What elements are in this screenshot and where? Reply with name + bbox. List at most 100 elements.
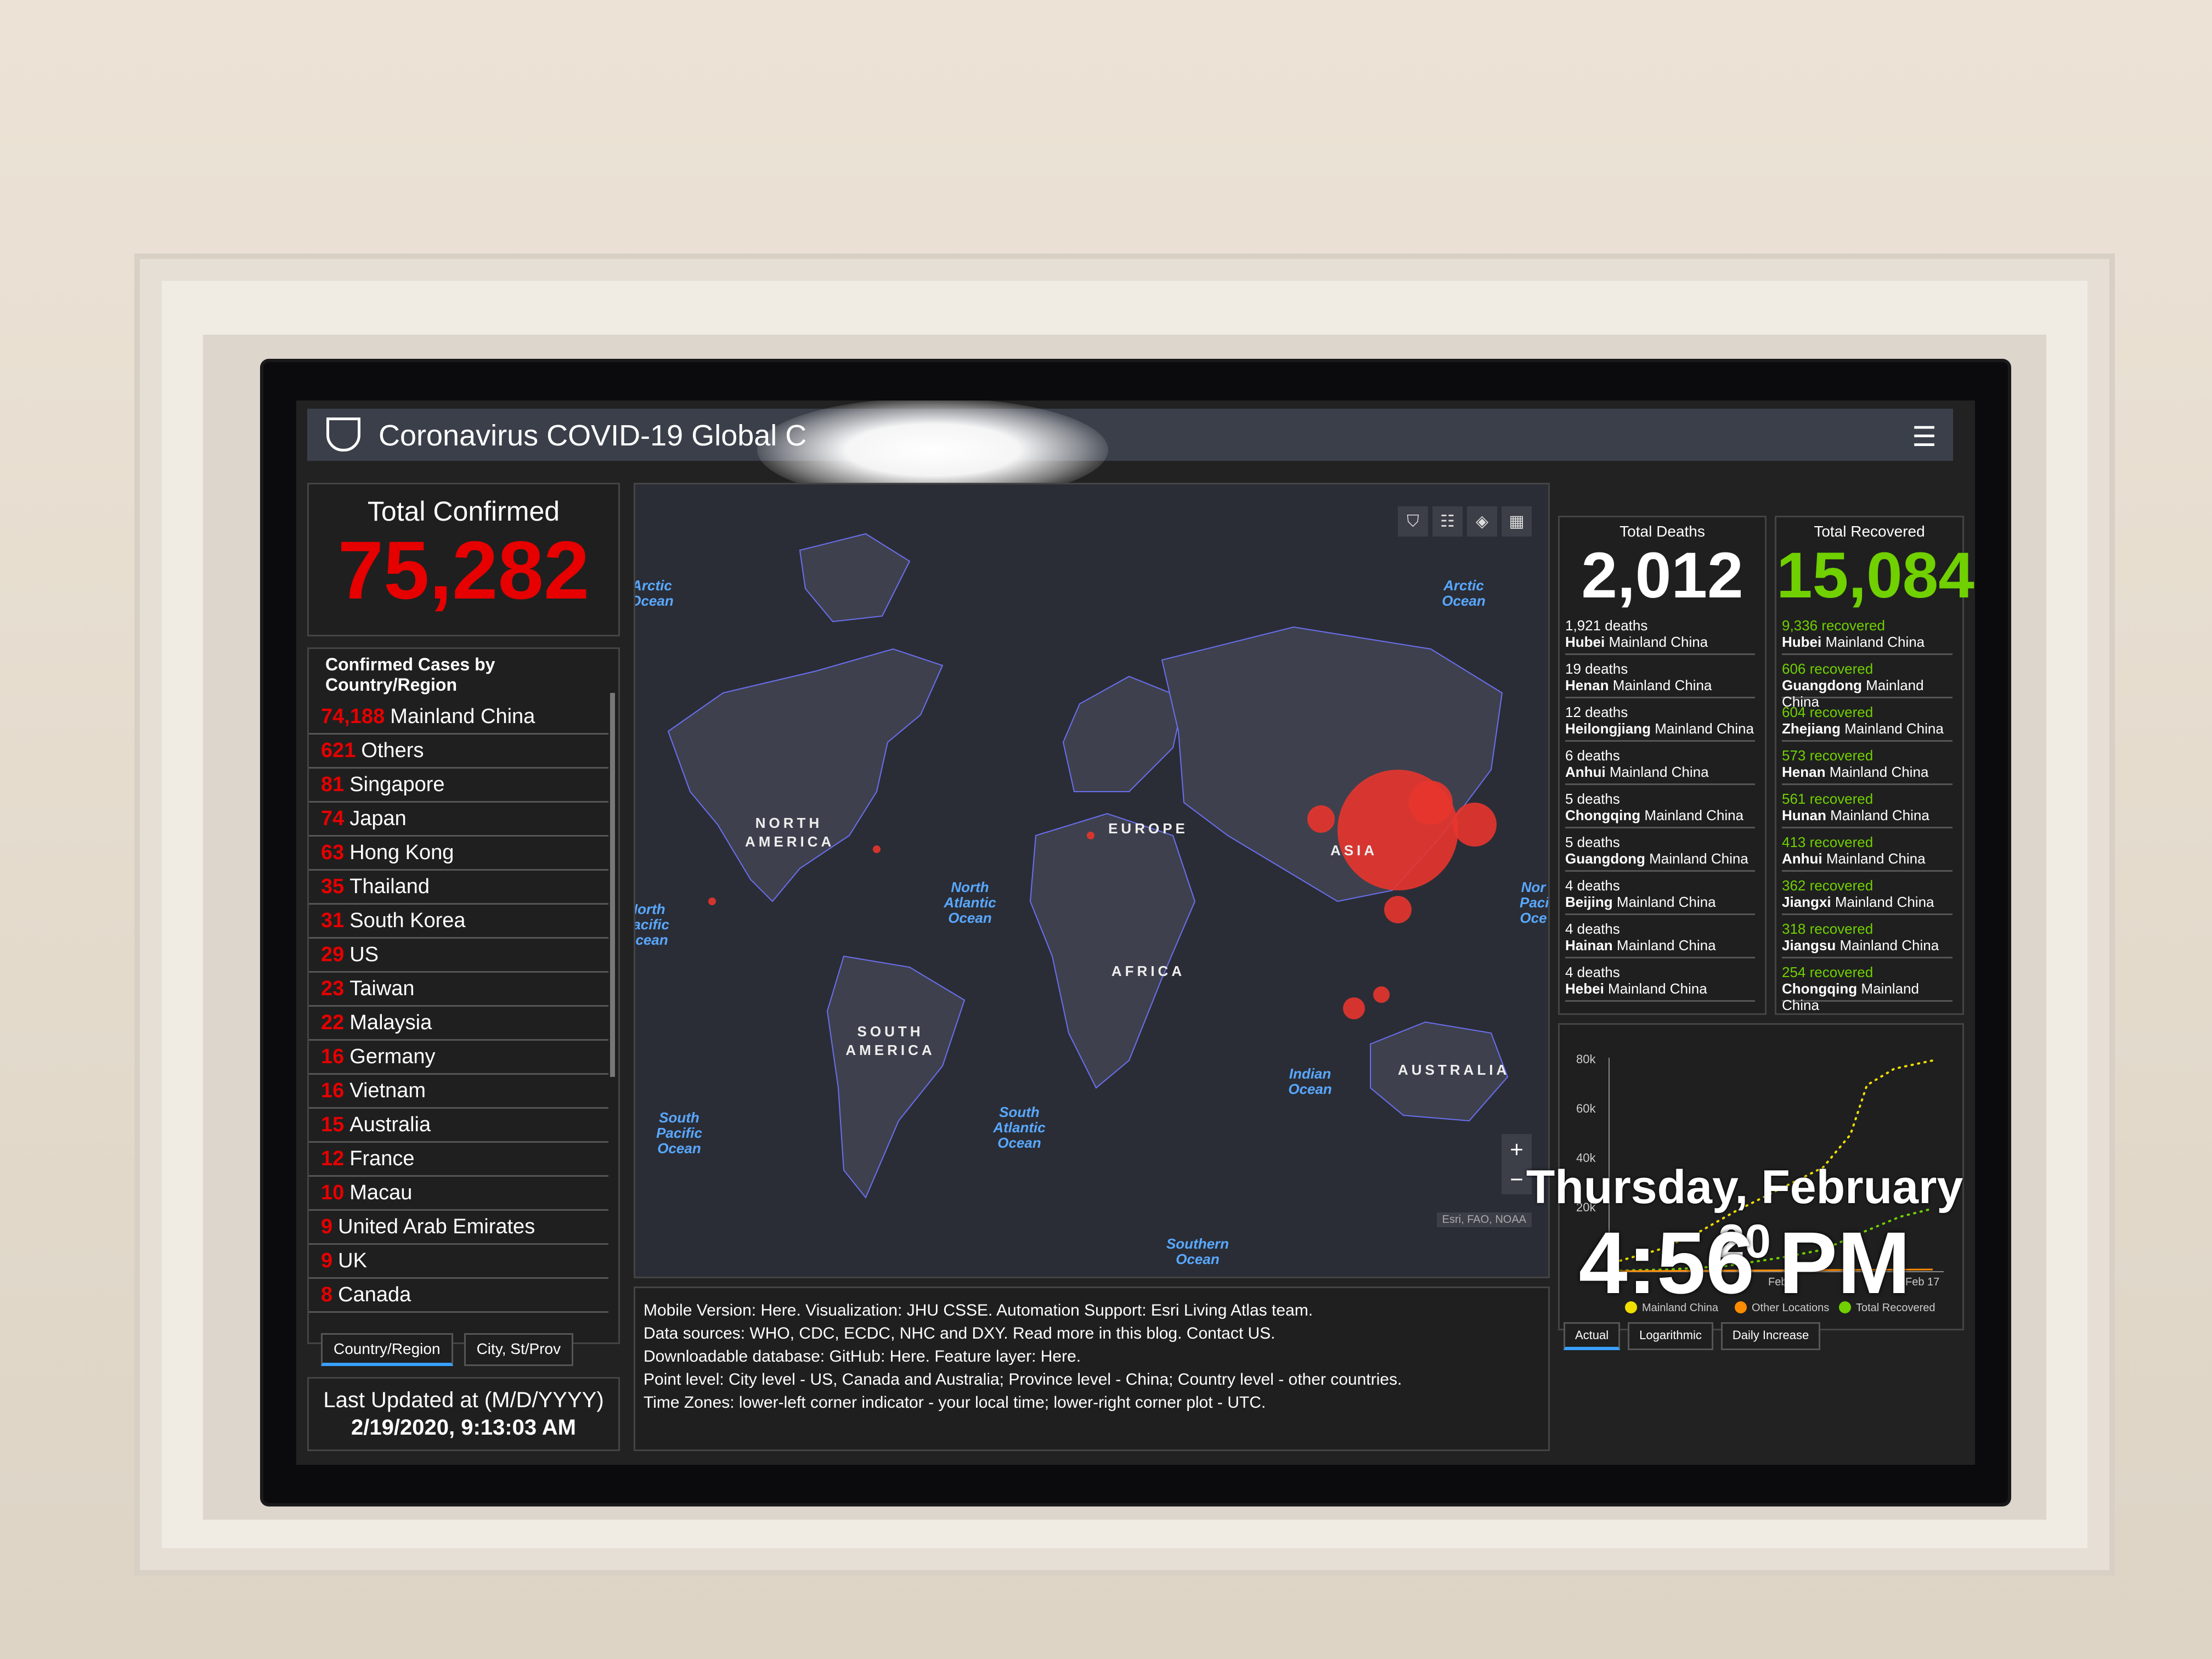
- tab-country-region[interactable]: Country/Region: [321, 1333, 453, 1366]
- chart-tabs: Actual Logarithmic Daily Increase: [1564, 1322, 1821, 1350]
- list-item[interactable]: 6 deaths Anhui Mainland China: [1565, 742, 1755, 785]
- total-confirmed-value: 75,282: [337, 524, 590, 616]
- africa-landmass: [1029, 812, 1196, 1089]
- list-item[interactable]: 8 Canada: [309, 1279, 608, 1313]
- continent-label: EUROPE: [1108, 820, 1188, 837]
- map-canvas: [667, 533, 1509, 1199]
- list-item[interactable]: 31 South Korea: [309, 905, 608, 939]
- list-item[interactable]: 9 UK: [309, 1245, 608, 1279]
- total-confirmed-panel: Total Confirmed 75,282: [307, 483, 620, 636]
- tab-actual[interactable]: Actual: [1564, 1322, 1621, 1350]
- case-marker-japan: [1453, 803, 1497, 847]
- ocean-label: Southern Ocean: [1166, 1235, 1229, 1267]
- tv-screen: Coronavirus COVID-19 Global C ☰ Total Co…: [296, 400, 1975, 1465]
- case-marker-central-asia: [1307, 805, 1335, 833]
- list-item[interactable]: 12 deaths Heilongjiang Mainland China: [1565, 698, 1755, 742]
- list-item[interactable]: 604 recovered Zhejiang Mainland China: [1782, 698, 1953, 742]
- list-item[interactable]: 318 recovered Jiangsu Mainland China: [1782, 915, 1953, 958]
- ocean-label: Arctic Ocean: [634, 577, 674, 609]
- last-updated-panel: Last Updated at (M/D/YYYY) 2/19/2020, 9:…: [307, 1377, 620, 1451]
- list-item[interactable]: 16 Vietnam: [309, 1075, 608, 1109]
- case-marker-europe: [1087, 832, 1094, 839]
- list-item[interactable]: 16 Germany: [309, 1041, 608, 1075]
- list-item[interactable]: 1,921 deaths Hubei Mainland China: [1565, 612, 1755, 655]
- list-icon[interactable]: ☷: [1432, 506, 1463, 537]
- list-item[interactable]: 29 US: [309, 939, 608, 973]
- y-tick-label: 60k: [1576, 1102, 1596, 1115]
- app-header: Coronavirus COVID-19 Global C ☰: [307, 400, 1953, 502]
- layers-icon[interactable]: ◈: [1467, 506, 1497, 537]
- asia-landmass: [1161, 626, 1503, 902]
- cases-list-tabs: Country/Region City, St/Prov: [307, 1333, 574, 1366]
- qr-icon[interactable]: ▦: [1502, 506, 1532, 537]
- list-item[interactable]: 22 Malaysia: [309, 1007, 608, 1041]
- list-item[interactable]: 63 Hong Kong: [309, 837, 608, 871]
- case-marker-us-east: [873, 845, 881, 853]
- zoom-in-icon[interactable]: +: [1502, 1134, 1532, 1164]
- list-item[interactable]: 12 France: [309, 1143, 608, 1177]
- continent-label: ASIA: [1330, 842, 1378, 859]
- list-item[interactable]: 74,188 Mainland China: [309, 701, 608, 735]
- cases-by-country-panel: Confirmed Cases by Country/Region 74,188…: [307, 647, 620, 1344]
- list-item[interactable]: 4 deaths Hebei Mainland China: [1565, 958, 1755, 1002]
- world-map[interactable]: Arctic Ocean North Atlantic Ocean North …: [634, 483, 1550, 1278]
- list-item[interactable]: 4 deaths Beijing Mainland China: [1565, 872, 1755, 915]
- continent-label: AUSTRALIA: [1398, 1062, 1510, 1078]
- info-line: Mobile Version: Here. Visualization: JHU…: [644, 1301, 1313, 1319]
- hamburger-menu-icon[interactable]: ☰: [1912, 421, 1937, 453]
- total-recovered-label: Total Recovered: [1814, 523, 1925, 540]
- list-item[interactable]: 5 deaths Guangdong Mainland China: [1565, 828, 1755, 872]
- list-item[interactable]: 15 Australia: [309, 1109, 608, 1143]
- app-title: Coronavirus COVID-19 Global C: [379, 419, 807, 452]
- case-marker-singapore: [1343, 997, 1365, 1019]
- list-item[interactable]: 35 Thailand: [309, 871, 608, 905]
- list-item[interactable]: 23 Taiwan: [309, 973, 608, 1007]
- ocean-label: North Pacific Ocean: [634, 901, 669, 948]
- ocean-label: North Atlantic Ocean: [944, 879, 996, 926]
- list-item[interactable]: 362 recovered Jiangxi Mainland China: [1782, 872, 1953, 915]
- cases-list-scrollbar[interactable]: [610, 693, 615, 1077]
- continent-label: AFRICA: [1111, 963, 1186, 979]
- bookmark-icon[interactable]: ⛉: [1398, 506, 1428, 537]
- shield-logo-icon: [326, 417, 360, 452]
- last-updated-value: 2/19/2020, 9:13:03 AM: [351, 1415, 576, 1440]
- list-item[interactable]: 4 deaths Hainan Mainland China: [1565, 915, 1755, 958]
- total-recovered-value: 15,084: [1776, 539, 1974, 612]
- list-item[interactable]: 19 deaths Henan Mainland China: [1565, 655, 1755, 698]
- ocean-label: Arctic Ocean: [1442, 577, 1486, 609]
- continent-label: SOUTH AMERICA: [845, 1023, 935, 1058]
- total-recovered-panel: Total Recovered 15,084 9,336 recovered Hu…: [1775, 516, 1974, 1015]
- tab-city-state[interactable]: City, St/Prov: [464, 1333, 574, 1366]
- list-item[interactable]: 10 Macau: [309, 1177, 608, 1211]
- ocean-label: Indian Ocean: [1288, 1065, 1332, 1097]
- ocean-label: South Pacific Ocean: [656, 1109, 702, 1156]
- list-item[interactable]: 5 deaths Chongqing Mainland China: [1565, 785, 1755, 828]
- north-america-landmass: [667, 648, 944, 902]
- ocean-label: Nor Paci Oce: [1520, 879, 1549, 926]
- south-america-landmass: [826, 955, 966, 1199]
- case-marker-malaysia: [1373, 986, 1390, 1003]
- case-marker-korea: [1409, 781, 1453, 825]
- info-line: Time Zones: lower-left corner indicator …: [644, 1393, 1266, 1412]
- list-item[interactable]: 81 Singapore: [309, 769, 608, 803]
- list-item[interactable]: 9 United Arab Emirates: [309, 1211, 608, 1245]
- total-deaths-label: Total Deaths: [1620, 523, 1705, 540]
- tab-daily-increase[interactable]: Daily Increase: [1720, 1322, 1821, 1350]
- tab-logarithmic[interactable]: Logarithmic: [1628, 1322, 1713, 1350]
- total-deaths-value: 2,012: [1581, 539, 1743, 612]
- list-item[interactable]: 254 recovered Chongqing Mainland China: [1782, 958, 1953, 1013]
- list-item[interactable]: 573 recovered Henan Mainland China: [1782, 742, 1953, 785]
- greenland-landmass: [799, 533, 911, 623]
- case-marker-us-west: [708, 898, 716, 905]
- list-item[interactable]: 9,336 recovered Hubei Mainland China: [1782, 612, 1953, 655]
- list-item[interactable]: 74 Japan: [309, 803, 608, 837]
- list-item[interactable]: 606 recovered Guangdong Mainland China: [1782, 655, 1953, 710]
- total-deaths-panel: Total Deaths 2,012 1,921 deaths Hubei Mai…: [1558, 516, 1767, 1015]
- list-item[interactable]: 413 recovered Anhui Mainland China: [1782, 828, 1953, 872]
- list-item[interactable]: 561 recovered Hunan Mainland China: [1782, 785, 1953, 828]
- overlay-time: 4:56 PM: [1578, 1214, 1911, 1312]
- ocean-label: South Atlantic Ocean: [993, 1104, 1046, 1151]
- info-line: Downloadable database: GitHub: Here. Fea…: [644, 1347, 1081, 1365]
- europe-landmass: [1062, 675, 1185, 792]
- list-item[interactable]: 621 Others: [309, 735, 608, 769]
